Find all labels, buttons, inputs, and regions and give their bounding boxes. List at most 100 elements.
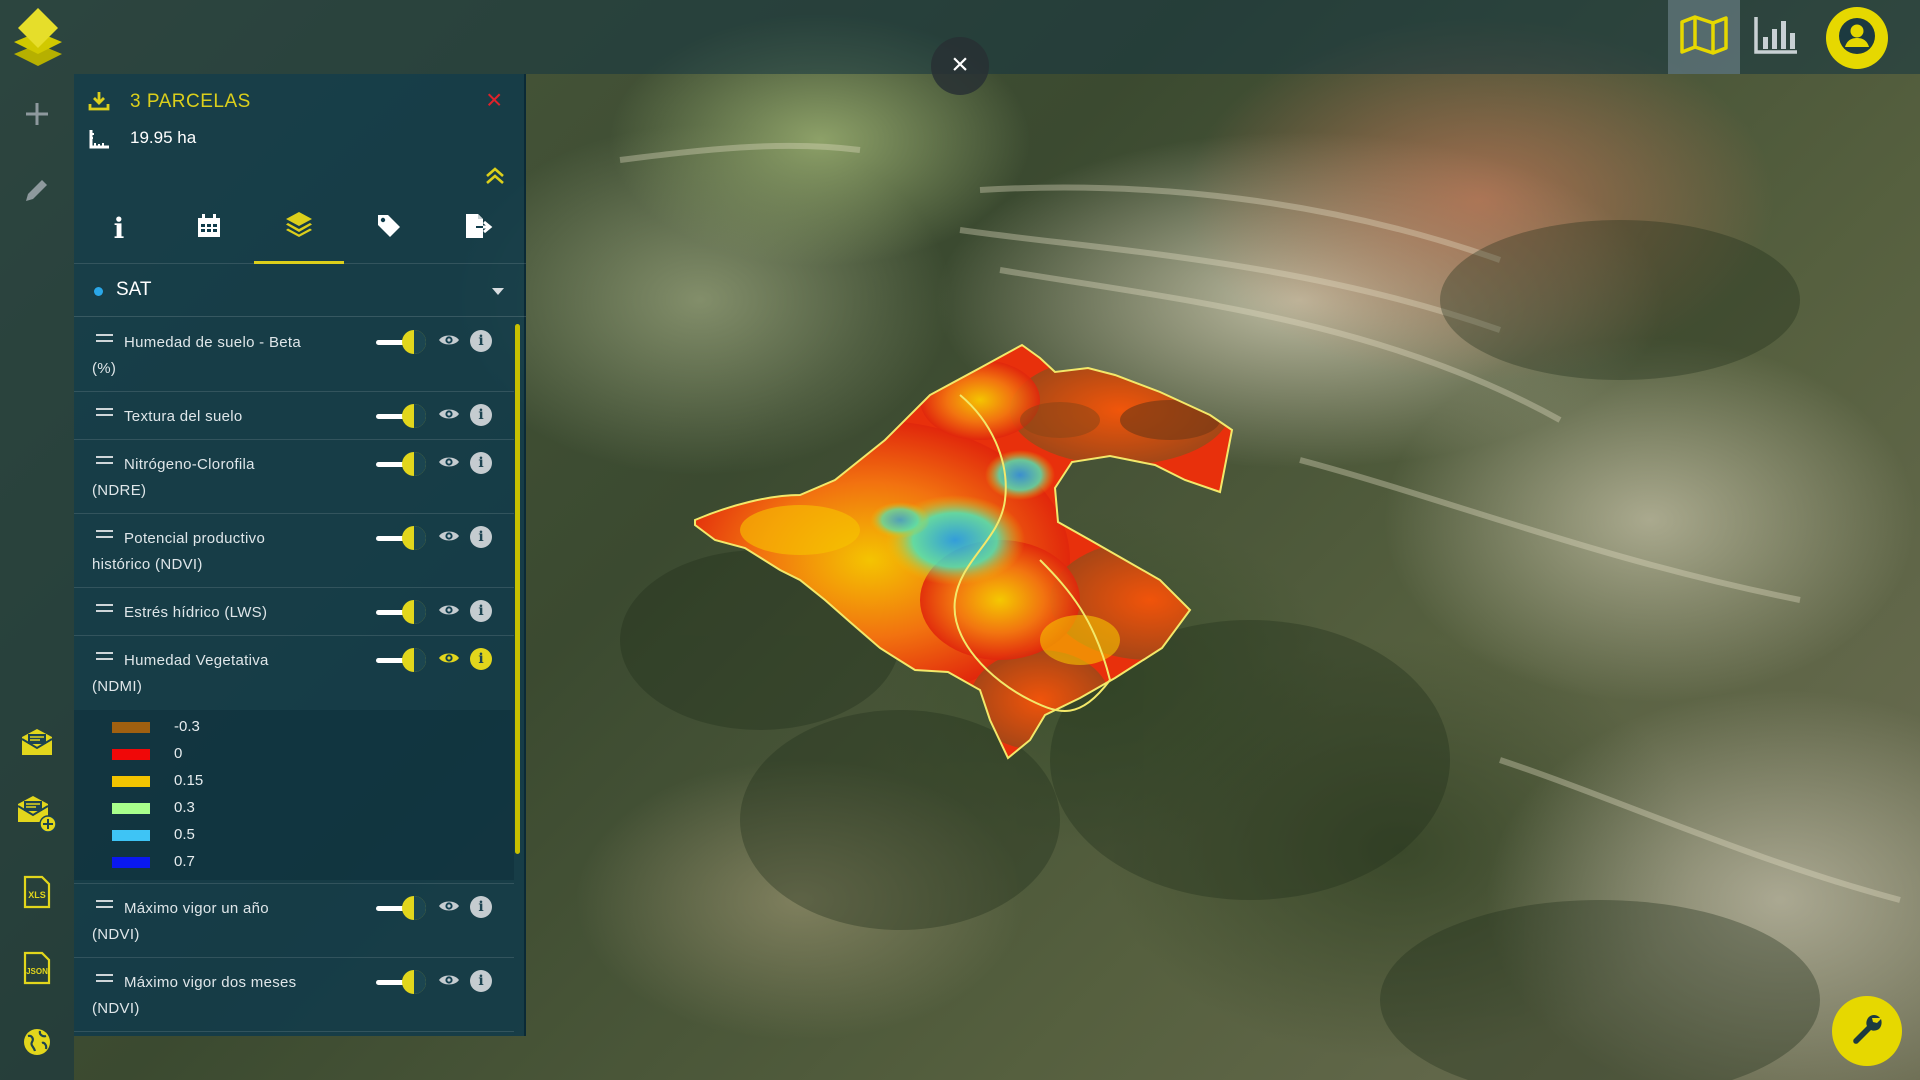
report-mail-button[interactable] [0,716,74,772]
legend-swatch [112,776,150,787]
info-icon[interactable]: i [470,452,492,474]
close-panel-button[interactable]: × [486,86,502,114]
tab-tags[interactable] [344,192,434,264]
layer-item[interactable]: Máximo vigor un año (NDVI) i [74,884,514,958]
layer-toggle[interactable] [376,452,426,476]
map-icon [1679,14,1729,61]
add-report-mail-button[interactable] [0,788,74,844]
tab-layers[interactable] [254,192,344,264]
layer-list: Humedad de suelo - Beta (%) i Textura de… [74,318,526,1036]
layer-item[interactable]: Máximo vigor dos meses (NDVI) i [74,958,514,1032]
plus-icon [24,101,50,132]
eye-icon[interactable] [438,332,460,353]
layer-item[interactable]: Textura del suelo i [74,392,514,440]
close-map-button[interactable]: × [931,37,989,95]
wrench-icon [1850,1012,1884,1051]
parcel-panel: 3 PARCELAS 19.95 ha × i SAT Humedad de s… [74,74,526,1036]
source-label: SAT [116,279,152,300]
legend-swatch [112,830,150,841]
layer-toggle[interactable] [376,330,426,354]
layer-item[interactable]: Nitrógeno-Clorofila (NDRE) i [74,440,514,514]
layers-icon [284,210,314,243]
tab-export[interactable] [434,192,524,264]
layer-item[interactable]: Humedad de suelo - Beta (%) i [74,318,514,392]
layer-item[interactable]: Potencial productivo histórico (NDVI) i [74,514,514,588]
parcel-area-value: 19.95 ha [130,128,197,147]
legend-swatch [112,722,150,733]
export-json-button[interactable]: JSON [0,942,74,998]
info-icon[interactable]: i [470,600,492,622]
area-ruler-icon [88,128,110,155]
chevron-down-icon [492,288,504,295]
svg-text:XLS: XLS [28,890,46,900]
legend-swatch [112,803,150,814]
left-toolbar: XLS JSON [0,74,74,1080]
layer-toggle[interactable] [376,648,426,672]
stats-button[interactable] [1740,0,1812,74]
chevron-double-up-icon[interactable] [484,166,506,191]
info-icon[interactable]: i [470,526,492,548]
layer-name: Textura del suelo [124,408,243,425]
layer-name: Humedad de suelo - Beta (%) [92,334,302,377]
layer-item-active[interactable]: Humedad Vegetativa (NDMI) i -0.3 0 0.15 [74,636,514,884]
eye-icon[interactable] [438,898,460,919]
export-icon [464,212,494,245]
info-icon[interactable]: i [470,404,492,426]
eye-icon[interactable] [438,528,460,549]
svg-text:JSON: JSON [26,967,48,976]
layer-name: Máximo vigor dos meses (NDVI) [92,974,297,1017]
legend-swatch [112,857,150,868]
legend-value: -0.3 [174,718,200,735]
layer-list-scrollbar[interactable] [515,324,520,854]
layer-toggle[interactable] [376,970,426,994]
layer-item[interactable]: Estrés hídrico (LWS) i [74,588,514,636]
user-icon [1837,16,1877,61]
mail-report-icon [20,727,54,762]
layer-name: Máximo vigor un año (NDVI) [92,900,269,943]
legend-value: 0 [174,745,183,762]
xls-file-icon: XLS [23,875,51,914]
eye-icon[interactable] [438,650,460,671]
legend-swatch [112,749,150,760]
legend-value: 0.7 [174,853,195,870]
layer-name: Estrés hídrico (LWS) [124,604,268,621]
layer-toggle[interactable] [376,600,426,624]
layer-toggle[interactable] [376,404,426,428]
eye-icon[interactable] [438,972,460,993]
layer-name: Nitrógeno-Clorofila (NDRE) [92,456,255,499]
tab-calendar[interactable] [164,192,254,264]
layer-toggle[interactable] [376,896,426,920]
download-icon[interactable] [88,90,110,117]
tag-icon [376,213,402,244]
globe-button[interactable] [0,1016,74,1072]
eye-icon[interactable] [438,454,460,475]
tab-info[interactable]: i [74,192,164,264]
info-icon[interactable]: i [470,970,492,992]
export-xls-button[interactable]: XLS [0,866,74,922]
add-button[interactable] [0,88,74,144]
panel-tabs: i [74,192,526,264]
map-view-button[interactable] [1668,0,1740,74]
mail-add-icon [16,794,58,839]
ndmi-legend: -0.3 0 0.15 0.3 0.5 0.7 [74,710,514,880]
user-menu-button[interactable] [1826,7,1888,69]
info-icon[interactable]: i [470,330,492,352]
bar-chart-icon [1753,15,1799,60]
info-icon[interactable]: i [470,648,492,670]
layer-toggle[interactable] [376,526,426,550]
calendar-icon [196,213,222,244]
layer-name: Potencial productivo histórico (NDVI) [92,530,266,573]
eye-icon[interactable] [438,406,460,427]
legend-value: 0.15 [174,772,204,789]
info-icon: i [113,211,125,245]
globe-icon [22,1027,52,1062]
source-select[interactable]: SAT [74,265,526,317]
legend-value: 0.3 [174,799,195,816]
edit-button[interactable] [0,164,74,220]
parcel-count-title: 3 PARCELAS [130,91,251,112]
tools-button[interactable] [1832,996,1902,1066]
stacked-layers-logo[interactable] [10,4,66,70]
eye-icon[interactable] [438,602,460,623]
info-icon[interactable]: i [470,896,492,918]
json-file-icon: JSON [22,951,52,990]
